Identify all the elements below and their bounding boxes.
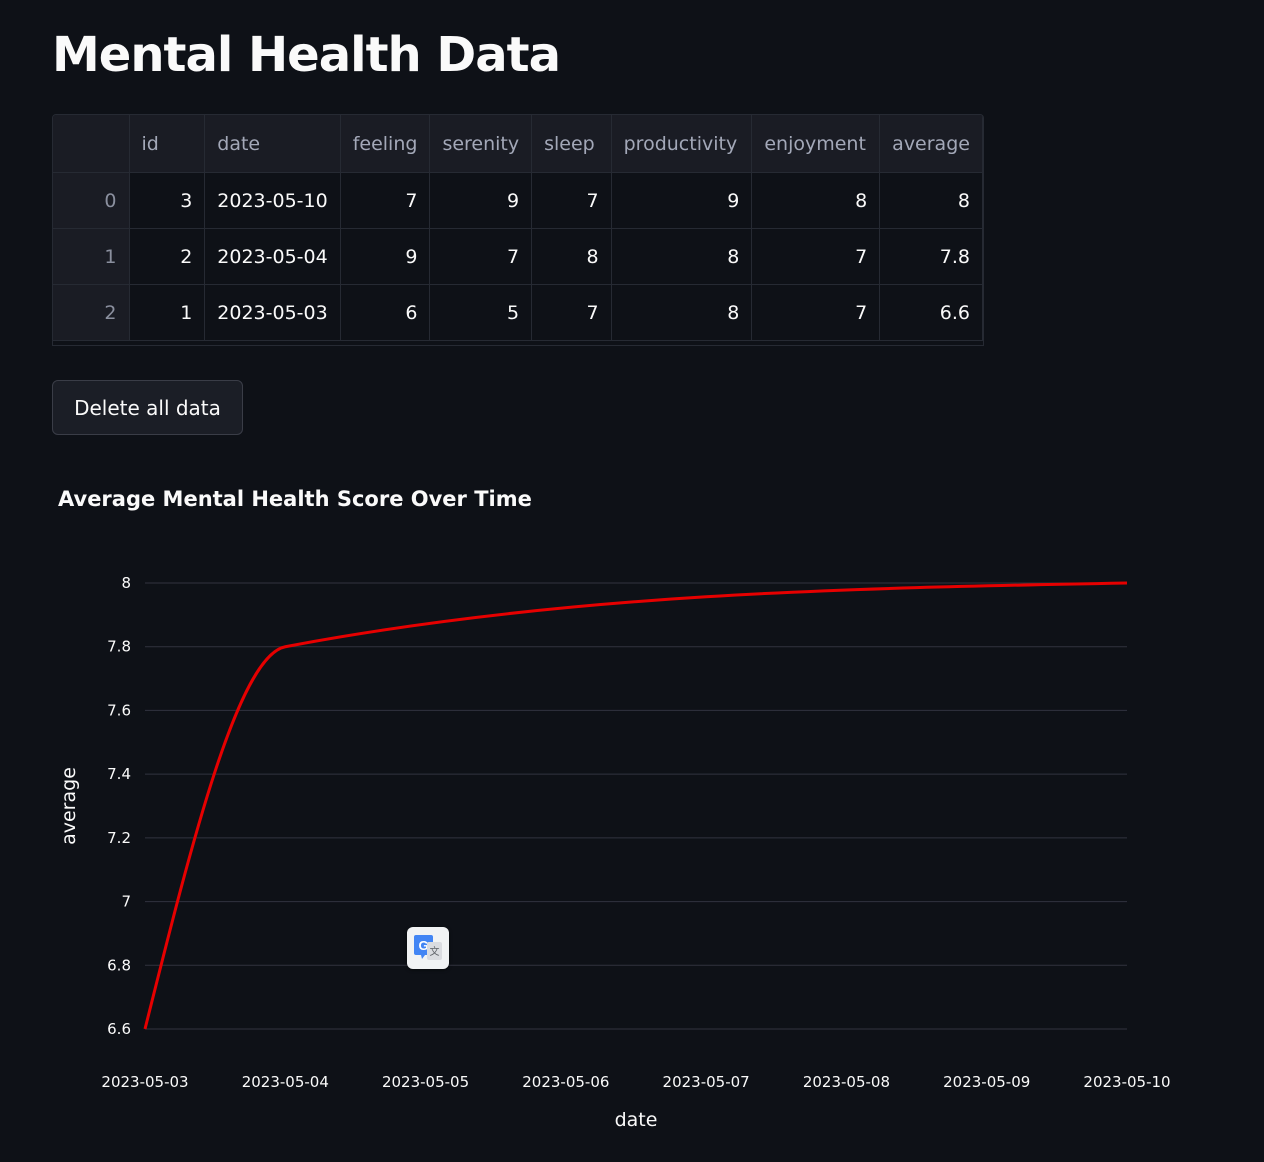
y-tick-label: 7.2 [107,829,131,847]
y-tick-label: 7.8 [107,638,131,656]
svg-text:文: 文 [430,945,440,958]
x-tick-label: 2023-05-07 [663,1073,750,1091]
y-tick-label: 6.8 [107,956,131,974]
x-tick-label: 2023-05-09 [943,1073,1030,1091]
y-tick-label: 6.6 [107,1020,131,1038]
y-tick-label: 7 [121,893,131,911]
x-tick-label: 2023-05-06 [522,1073,609,1091]
series-line [143,581,1128,1030]
page: Mental Health Data id date feeling seren… [0,0,1264,1162]
x-tick-label: 2023-05-10 [1083,1073,1170,1091]
x-tick-label: 2023-05-03 [101,1073,188,1091]
y-tick-label: 8 [121,574,131,592]
x-tick-label: 2023-05-08 [803,1073,890,1091]
x-tick-label: 2023-05-04 [242,1073,329,1091]
y-axis-label: average [58,767,80,845]
x-axis-label: date [615,1109,658,1131]
line-chart: 6.6 6.8 7 7.2 7.4 7.6 7.8 8 2023-05-03 2023-05-04… [58,574,1171,1131]
google-translate-icon[interactable]: G 文 [407,927,449,969]
x-tick-label: 2023-05-05 [382,1073,469,1091]
y-tick-label: 7.4 [107,765,131,783]
y-tick-label: 7.6 [107,701,131,719]
